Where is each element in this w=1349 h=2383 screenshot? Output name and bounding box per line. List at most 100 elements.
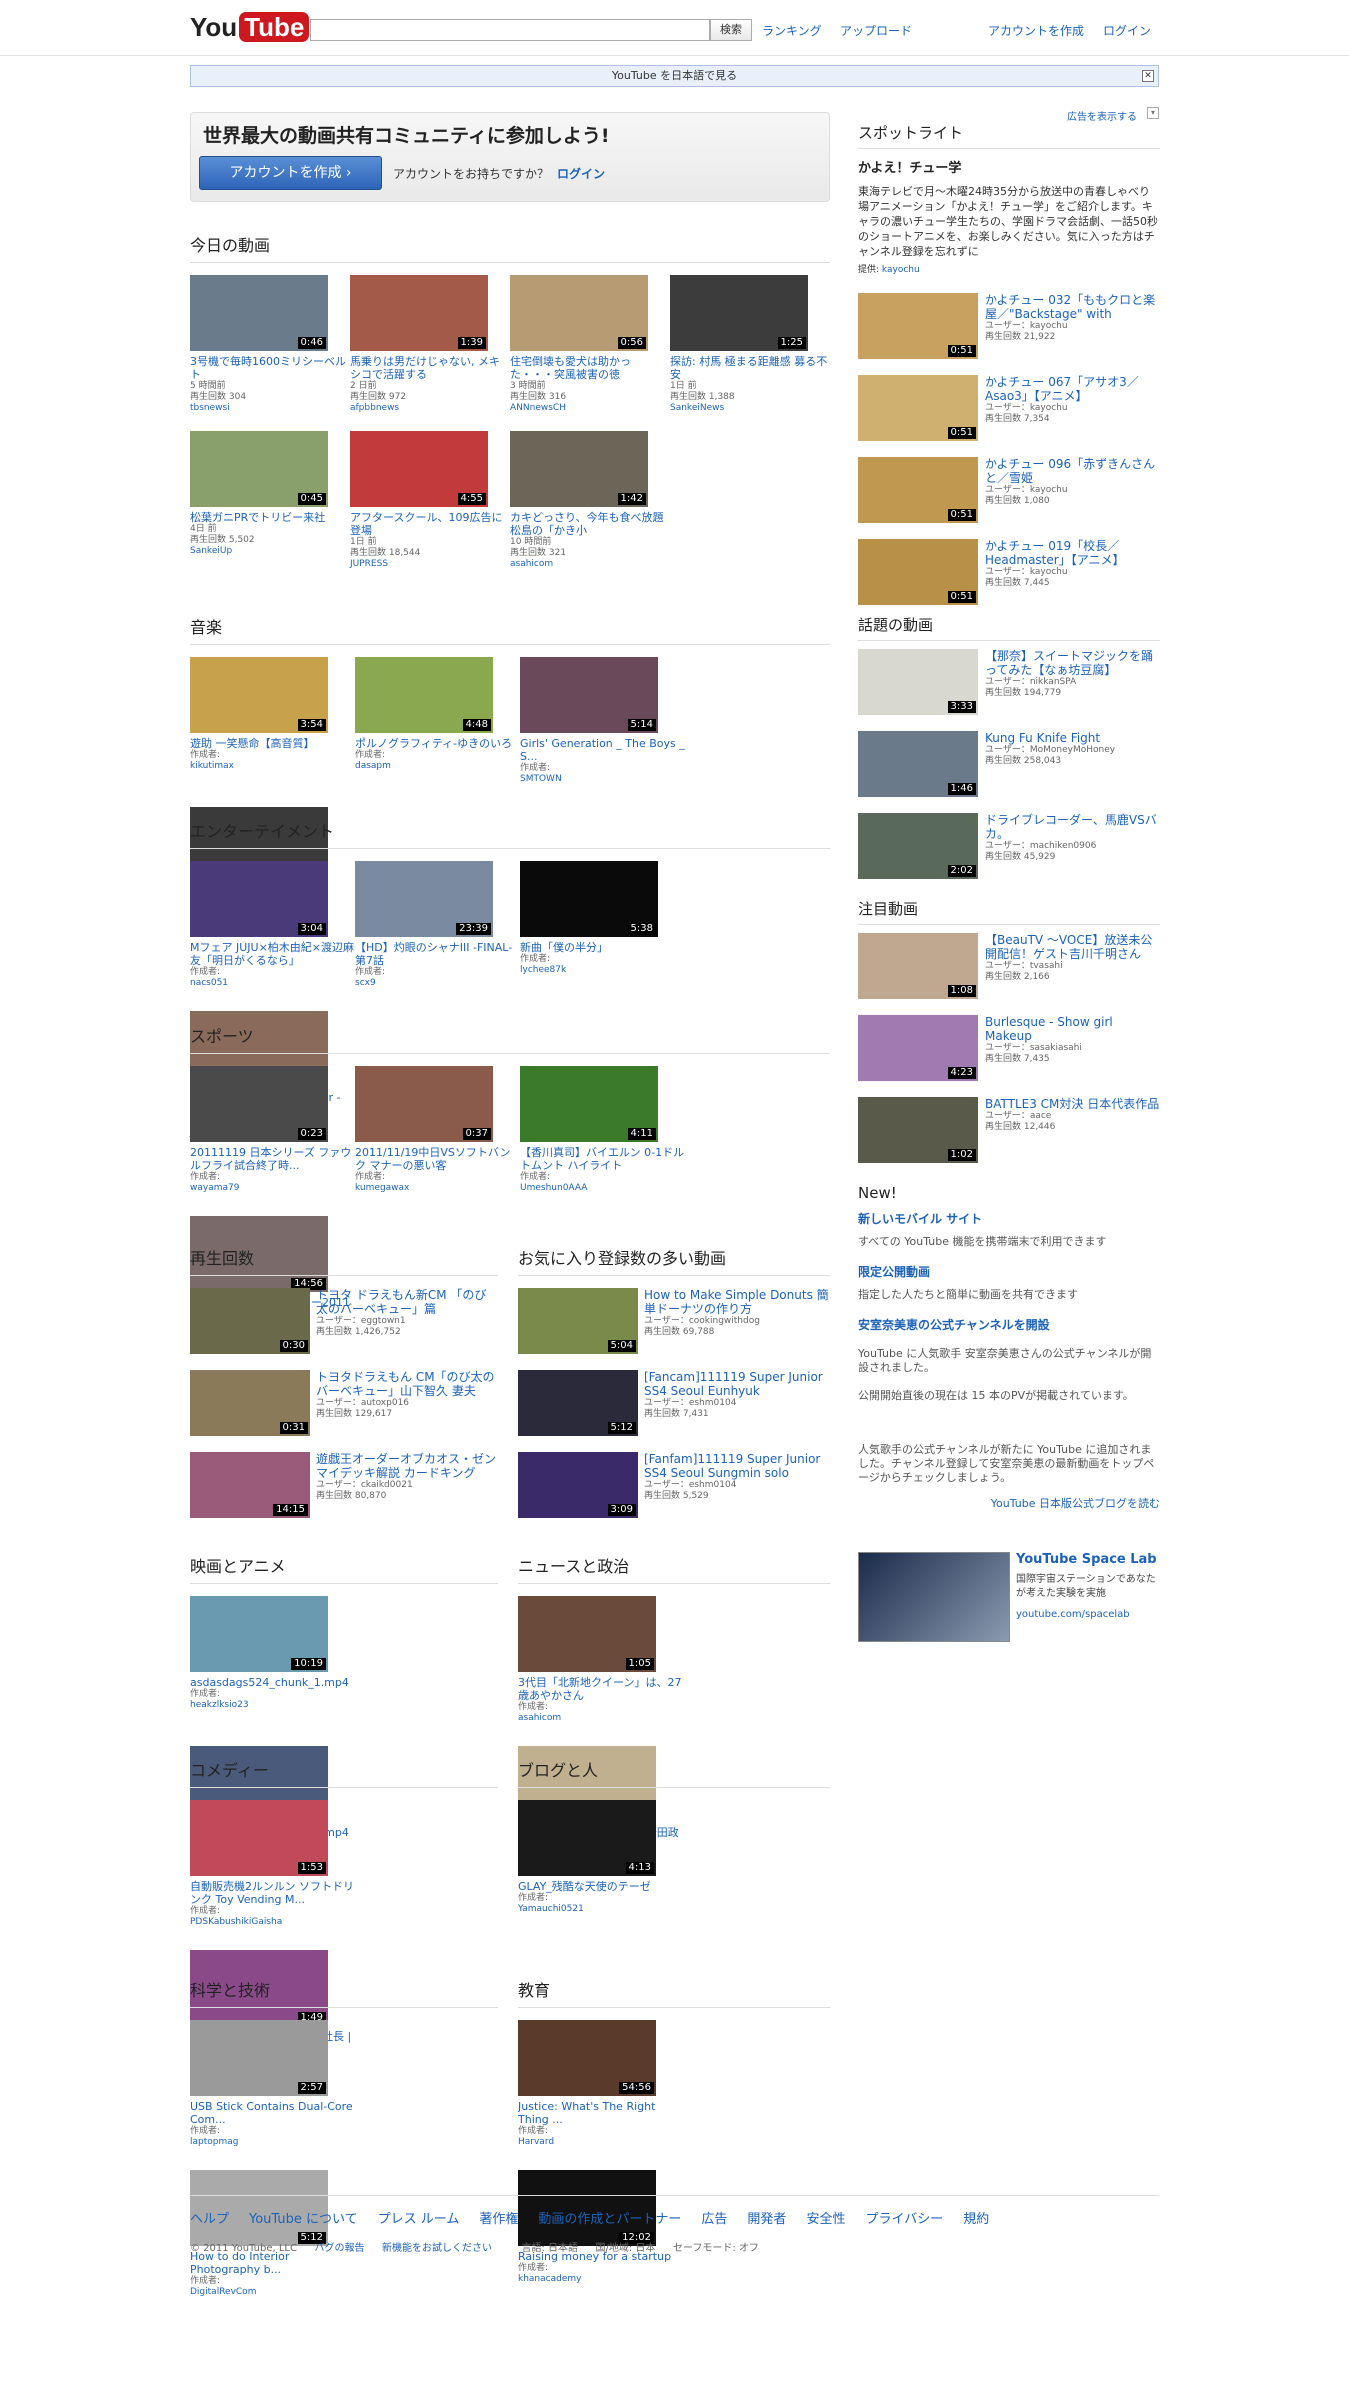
video-title[interactable]: 2011/11/19中日VSソフトバンク マナーの悪い客 [355, 1146, 520, 1172]
video-thumbnail[interactable]: 5:04 [518, 1288, 638, 1354]
spacelab-title[interactable]: YouTube Space Lab [1016, 1552, 1160, 1567]
video-item[interactable]: 1:25 探訪: 村馬 極まる距離感 募る不安 1日 前再生回数 1,388 Sank… [670, 275, 830, 431]
uploader-link[interactable]: heakzlksio23 [190, 1700, 355, 1711]
list-item[interactable]: 5:04 How to Make Simple Donuts 簡単ドーナツの作り方… [518, 1288, 830, 1370]
video-thumbnail[interactable]: 0:45 [190, 431, 328, 507]
uploader-name[interactable]: eshm0104 [689, 1480, 737, 1490]
list-item[interactable]: 3:33 【那奈】スイートマジックを踊ってみた【なぁ坊豆腐】 ユーザー：nikkan… [858, 649, 1160, 731]
bug-report-link[interactable]: バグの報告 [314, 2243, 364, 2254]
video-thumbnail[interactable]: 5:12 [518, 1370, 638, 1436]
uploader-name[interactable]: MoMoneyMoHoney [1030, 745, 1115, 755]
video-title[interactable]: GLAY_残酷な天使のテーゼ [518, 1880, 683, 1893]
uploader-link[interactable]: Umeshun0AAA [520, 1183, 685, 1194]
video-title[interactable]: カキどっさり、今年も食べ放題 松島の「かき小 [510, 511, 670, 537]
video-title[interactable]: トヨタドラえもん CM「のび太のバーベキュー」山下智久 妻夫 [316, 1370, 498, 1398]
video-thumbnail[interactable]: 1:02 [858, 1097, 978, 1163]
video-thumbnail[interactable]: 10:19 [190, 1596, 328, 1672]
video-title[interactable]: [Fanfam]111119 Super Junior SS4 Seoul Su… [644, 1452, 830, 1480]
uploader-link[interactable]: dasapm [355, 761, 520, 772]
video-title[interactable]: [Fancam]111119 Super Junior SS4 Seoul Eu… [644, 1370, 830, 1398]
chevron-down-icon[interactable]: ▾ [1147, 107, 1159, 119]
video-thumbnail[interactable]: 3:33 [858, 649, 978, 715]
video-thumbnail[interactable]: 2:57 [190, 2020, 328, 2096]
video-thumbnail[interactable]: 1:42 [510, 431, 648, 507]
uploader-name[interactable]: cookingwithdog [689, 1316, 760, 1326]
nav-upload[interactable]: アップロード [840, 22, 912, 39]
video-thumbnail[interactable]: 4:23 [858, 1015, 978, 1081]
search-button[interactable]: 検索 [710, 19, 752, 41]
spacelab-image[interactable] [858, 1552, 1010, 1642]
footer-link[interactable]: 規約 [963, 2212, 989, 2227]
video-title[interactable]: Kung Fu Knife Fight [985, 731, 1115, 745]
video-thumbnail[interactable]: 1:39 [350, 275, 488, 351]
video-title[interactable]: かよチュー 019「校長／Headmaster」【アニメ】 [985, 539, 1160, 567]
video-thumbnail[interactable]: 4:48 [355, 657, 493, 733]
language-setting[interactable]: 言語: 日本語 [521, 2243, 578, 2254]
video-title[interactable]: 【那奈】スイートマジックを踊ってみた【なぁ坊豆腐】 [985, 649, 1160, 677]
uploader-name[interactable]: eshm0104 [689, 1398, 737, 1408]
footer-link[interactable]: プレス ルーム [378, 2212, 460, 2227]
uploader-link[interactable]: SankeiUp [190, 546, 350, 557]
video-thumbnail[interactable]: 1:05 [518, 1596, 656, 1672]
list-item[interactable]: 5:12 [Fancam]111119 Super Junior SS4 Seou… [518, 1370, 830, 1452]
uploader-link[interactable]: Yamauchi0521 [518, 1904, 683, 1915]
create-account-link[interactable]: アカウントを作成 [988, 22, 1084, 39]
video-title[interactable]: 20111119 日本シリーズ ファウルフライ試合終了時... [190, 1146, 355, 1172]
video-title[interactable]: Girls' Generation _ The Boys _ S... [520, 737, 685, 763]
uploader-link[interactable]: kikutimax [190, 761, 355, 772]
video-title[interactable]: asdasdags524_chunk_1.mp4 [190, 1676, 355, 1689]
video-item[interactable]: 1:39 馬乗りは男だけじゃない, メキシコで活躍する 2 日前 再生回数 972 af… [350, 275, 510, 431]
video-title[interactable]: 【BeauTV ～VOCE】放送未公開配信！ゲスト吉川千明さん [985, 933, 1160, 961]
video-title[interactable]: 遊戯王オーダーオブカオス・ゼンマイデッキ解説 カードキング [316, 1452, 498, 1480]
video-thumbnail[interactable]: 1:53 [190, 1800, 328, 1876]
footer-link[interactable]: 開発者 [747, 2212, 786, 2227]
video-title[interactable]: 【HD】灼眼のシャナIII -FINAL- 第7話 [355, 941, 520, 967]
new-item-heading[interactable]: 安室奈美恵の公式チャンネルを開設 [858, 1316, 1160, 1333]
uploader-link[interactable]: DigitalRevCom [190, 2287, 355, 2298]
video-thumbnail[interactable]: 0:56 [510, 275, 648, 351]
uploader-link[interactable]: asahicom [518, 1713, 683, 1724]
video-title[interactable]: かよチュー 032「ももクロと楽屋／"Backstage" with [985, 293, 1160, 321]
video-item[interactable]: 1:53 自動販売機2ルンルン ソフトドリンク Toy Vending M... 作… [190, 1800, 355, 1950]
video-title[interactable]: アフタースクール、109広告に登場 [350, 511, 510, 537]
video-thumbnail[interactable]: 1:08 [858, 933, 978, 999]
video-item[interactable]: 4:48 ポルノグラフィティ-ゆきのいろ 作成者: dasapm [355, 657, 520, 807]
list-item[interactable]: 3:09 [Fanfam]111119 Super Junior SS4 Seou… [518, 1452, 830, 1534]
list-item[interactable]: 0:51 かよチュー 067「アサオ3／Asao3」【アニメ】 ユーザー：kayoc… [858, 375, 1160, 457]
uploader-name[interactable]: tvasahi [1030, 961, 1063, 971]
uploader-link[interactable]: PDSKabushikiGaisha [190, 1917, 355, 1928]
uploader-name[interactable]: machiken0906 [1030, 841, 1096, 851]
safety-mode[interactable]: セーフモード: オフ [673, 2243, 759, 2254]
video-item[interactable]: 54:56 Justice: What's The Right Thing ...… [518, 2020, 683, 2170]
video-item[interactable]: 3:54 遊助 一笑懸命【高音質】 作成者: kikutimax [190, 657, 355, 807]
video-title[interactable]: BATTLE3 CM対決 日本代表作品 [985, 1097, 1159, 1111]
video-title[interactable]: Burlesque - Show girl Makeup [985, 1015, 1160, 1043]
video-thumbnail[interactable]: 1:46 [858, 731, 978, 797]
footer-link[interactable]: 著作権 [479, 2212, 518, 2227]
video-title[interactable]: ポルノグラフィティ-ゆきのいろ [355, 737, 520, 750]
video-thumbnail[interactable]: 1:25 [670, 275, 808, 351]
video-thumbnail[interactable]: 14:15 [190, 1452, 310, 1518]
welcome-login-link[interactable]: ログイン [557, 167, 605, 181]
video-title[interactable]: かよチュー 096「赤ずきんさんと／雪姫 [985, 457, 1160, 485]
list-item[interactable]: 0:30 トヨタ ドラえもん新CM 「のび太のバーベキュー」篇 ユーザー：eggto… [190, 1288, 498, 1370]
video-thumbnail[interactable]: 3:04 [190, 861, 328, 937]
video-item[interactable]: 1:05 3代目「北新地クイーン」は、27歳あやかさん 作成者: asahicom [518, 1596, 683, 1746]
list-item[interactable]: 1:02 BATTLE3 CM対決 日本代表作品 ユーザー：aace 再生回数 12,… [858, 1097, 1160, 1179]
video-item[interactable]: 5:14 Girls' Generation _ The Boys _ S... 作… [520, 657, 685, 807]
video-title[interactable]: Justice: What's The Right Thing ... [518, 2100, 683, 2126]
uploader-link[interactable]: scx9 [355, 978, 520, 989]
video-title[interactable]: 【香川真司】バイエルン 0-1ドルトムント ハイライト [520, 1146, 685, 1172]
video-thumbnail[interactable]: 4:55 [350, 431, 488, 507]
video-title[interactable]: 新曲「僕の半分」 [520, 941, 685, 954]
video-title[interactable]: 松葉ガニPRでトリビー来社 [190, 511, 350, 524]
video-thumbnail[interactable]: 3:54 [190, 657, 328, 733]
video-item[interactable]: 4:11 【香川真司】バイエルン 0-1ドルトムント ハイライト 作成者: Umesh… [520, 1066, 685, 1216]
video-thumbnail[interactable]: 0:46 [190, 275, 328, 351]
video-thumbnail[interactable]: 5:38 [520, 861, 658, 937]
uploader-name[interactable]: kayochu [1030, 485, 1068, 495]
youtube-logo[interactable]: You Tube [190, 12, 310, 42]
show-ads-link[interactable]: 広告を表示する [1067, 108, 1137, 123]
uploader-name[interactable]: ckaikd0021 [361, 1480, 413, 1490]
uploader-link[interactable]: kumegawax [355, 1183, 520, 1194]
